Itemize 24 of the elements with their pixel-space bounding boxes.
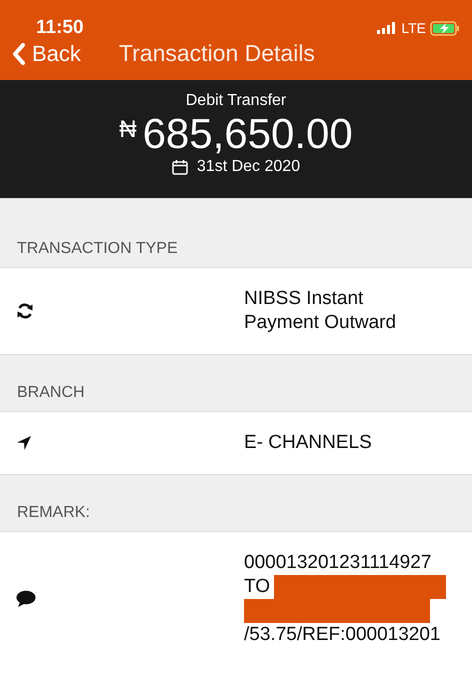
detail-value: TO <box>244 576 270 598</box>
detail-value: Payment Outward <box>244 312 396 334</box>
calendar-icon <box>172 159 188 175</box>
transaction-date: 31st Dec 2020 <box>196 158 300 176</box>
signal-icon <box>377 22 398 34</box>
battery-charging-icon <box>430 20 460 36</box>
status-time: 11:50 <box>36 17 84 39</box>
transaction-type: Debit Transfer <box>186 92 286 110</box>
section-title: TRANSACTION TYPE <box>17 240 178 258</box>
screen-title: Transaction Details <box>118 40 315 67</box>
comment-icon <box>16 590 36 608</box>
refresh-icon <box>16 303 34 319</box>
section-title: REMARK: <box>17 504 90 522</box>
detail-value: /53.75/REF:000013201 <box>244 624 440 646</box>
detail-value: NIBSS Instant <box>244 288 364 310</box>
section-title: BRANCH <box>17 384 85 402</box>
detail-value: 000013201231114927 <box>244 552 432 574</box>
currency-symbol: ₦ <box>119 116 137 144</box>
location-arrow-icon <box>16 435 32 451</box>
amount: 685,650.00 <box>142 110 353 158</box>
detail-value: E- CHANNELS <box>244 432 372 454</box>
network-label: LTE <box>401 20 426 36</box>
chevron-left-icon <box>12 42 26 64</box>
back-button[interactable]: Back <box>12 40 81 66</box>
